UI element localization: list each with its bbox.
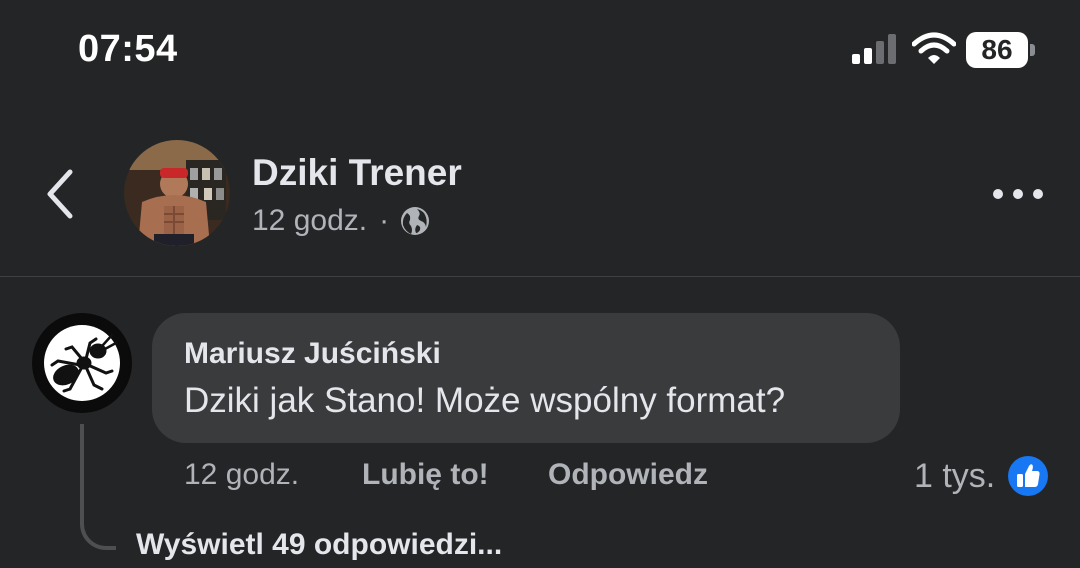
meta-separator: ·	[379, 204, 390, 237]
comment-text: Dziki jak Stano! Może wspólny format?	[184, 381, 786, 420]
like-reaction-icon	[1008, 456, 1049, 496]
battery-icon: 86	[966, 32, 1038, 68]
battery-level: 86	[981, 34, 1013, 65]
status-time: 07:54	[78, 28, 178, 70]
commenter-avatar[interactable]	[32, 313, 132, 413]
wifi-icon	[912, 32, 956, 64]
page-avatar[interactable]	[124, 140, 230, 246]
like-button[interactable]: Lubię to!	[362, 458, 489, 492]
comment-bubble[interactable]: Mariusz Juściński Dziki jak Stano! Może …	[152, 313, 900, 443]
battery-nub	[1030, 44, 1035, 56]
comment-time: 12 godz.	[184, 458, 300, 491]
post-time[interactable]: 12 godz.	[252, 204, 367, 238]
reply-thread-line	[80, 424, 116, 550]
globe-icon[interactable]	[399, 205, 431, 237]
page-name[interactable]: Dziki Trener	[252, 152, 462, 194]
comment-author[interactable]: Mariusz Juściński	[184, 337, 441, 371]
reaction-count: 1 tys.	[914, 456, 996, 495]
reaction-summary[interactable]: 1 tys.	[914, 454, 1049, 498]
back-icon[interactable]	[40, 166, 80, 222]
cellular-signal-icon	[852, 34, 896, 64]
reply-button[interactable]: Odpowiedz	[548, 458, 708, 492]
post-header: Dziki Trener 12 godz. ·	[0, 130, 1080, 277]
status-bar: 07:54 86	[0, 0, 1080, 100]
more-icon[interactable]	[990, 182, 1046, 206]
post-meta: 12 godz. ·	[252, 204, 431, 238]
view-replies-link[interactable]: Wyświetl 49 odpowiedzi...	[136, 528, 502, 562]
